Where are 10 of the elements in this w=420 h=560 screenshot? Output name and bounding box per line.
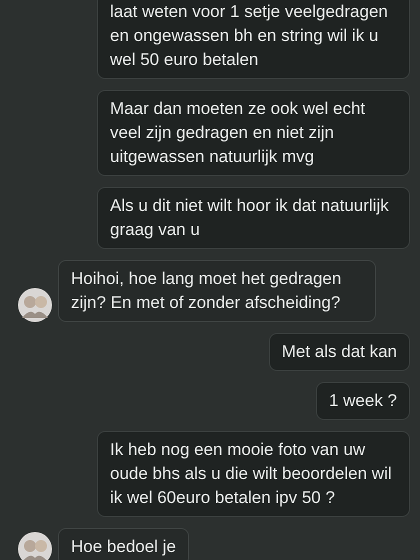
message-bubble: Hoe bedoel je — [58, 528, 189, 560]
message-bubble: laat weten voor 1 setje veelgedragen en ongewassen bh en string wil ik u wel 50 euro betalen — [97, 0, 410, 79]
message-bubble: Als u dit niet wilt hoor ik dat natuurlijk graag van u — [97, 187, 410, 249]
message-bubble: Maar dan moeten ze ook wel echt veel zijn gedragen en niet zijn uitgewassen natuurlijk mvg — [97, 90, 410, 176]
message-bubble: Hoihoi, hoe lang moet het gedragen zijn? En met of zonder afscheiding? — [58, 260, 376, 322]
message-bubble: Met als dat kan — [268, 333, 410, 371]
avatar-icon[interactable] — [18, 288, 52, 322]
message-bubble: 1 week ? — [316, 382, 410, 420]
avatar-icon[interactable] — [18, 532, 52, 560]
message-bubble: Ik heb nog een mooie foto van uw oude bhs als u die wilt beoordelen wil ik wel 60euro betalen ipv 50 ? — [97, 431, 410, 517]
